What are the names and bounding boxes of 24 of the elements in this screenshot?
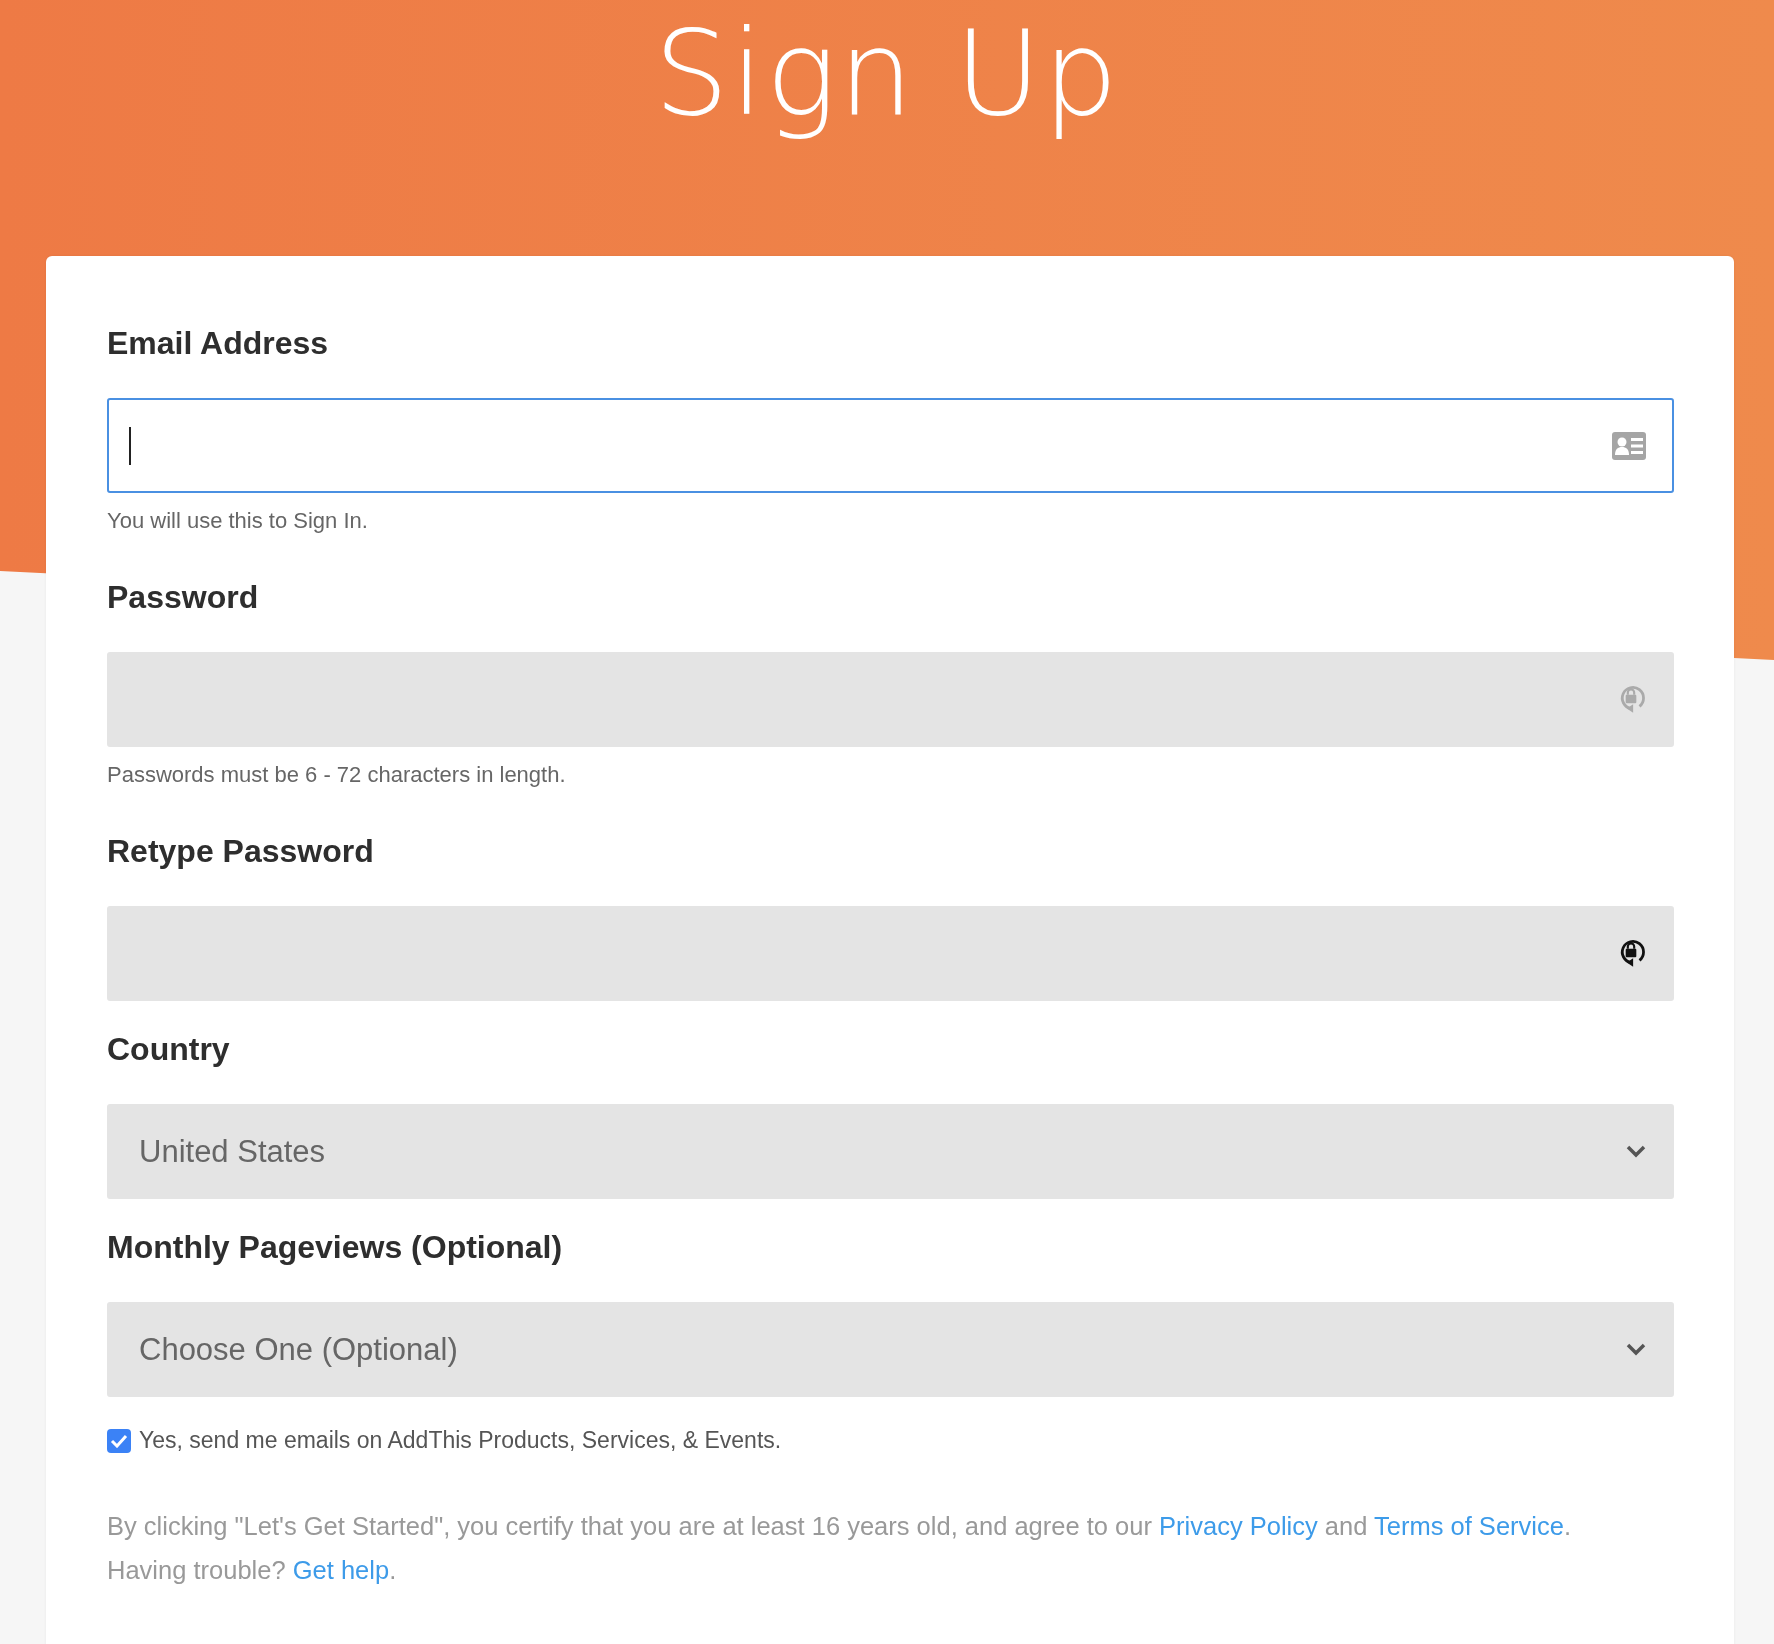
select-field[interactable]: United States bbox=[107, 1104, 1674, 1199]
email-field[interactable] bbox=[107, 398, 1674, 493]
field-hint: Passwords must be 6 - 72 characters in length. bbox=[107, 761, 567, 789]
field-label: Country bbox=[107, 1030, 231, 1069]
text-cursor bbox=[129, 426, 131, 465]
contact-card-icon bbox=[1612, 431, 1646, 460]
privacy-policy-link[interactable]: Privacy Policy bbox=[1159, 1512, 1318, 1540]
newsletter-checkbox[interactable] bbox=[107, 1428, 131, 1453]
field-label: Retype Password bbox=[107, 832, 375, 871]
chevron-down-icon bbox=[1626, 1145, 1646, 1158]
password-field[interactable] bbox=[107, 652, 1674, 747]
chevron-down-icon bbox=[1626, 1343, 1646, 1356]
select-field[interactable]: Choose One (Optional) bbox=[107, 1302, 1674, 1397]
legal-text: By clicking "Let's Get Started", you certify that you are at least 16 years old, and agree to our Privacy Policy and Terms of Service. Having trouble? Get help. bbox=[107, 1511, 1572, 1586]
get-help-link[interactable]: Get help bbox=[292, 1556, 390, 1584]
checkbox-label: Yes, send me emails on AddThis Products, Services, & Events. bbox=[139, 1427, 782, 1454]
checkmark-icon bbox=[110, 1433, 128, 1448]
password-field[interactable] bbox=[107, 906, 1674, 1001]
terms-link[interactable]: Terms of Service bbox=[1374, 1512, 1564, 1540]
field-label: Monthly Pageviews (Optional) bbox=[107, 1228, 564, 1267]
field-label: Email Address bbox=[107, 324, 330, 363]
page-title: Sign Up bbox=[653, 3, 1121, 144]
field-hint: You will use this to Sign In. bbox=[107, 507, 369, 535]
field-label: Password bbox=[107, 578, 260, 617]
